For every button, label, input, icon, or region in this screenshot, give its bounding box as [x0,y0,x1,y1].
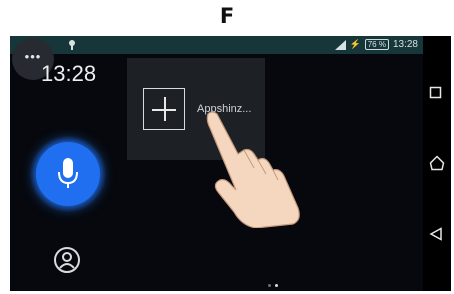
microphone-icon [58,158,78,188]
device-screen: ⚡ 76 % 13:28 ••• 13:28 Appshinz... [10,36,451,291]
recent-apps-icon[interactable] [429,86,443,100]
navigation-bar [423,36,451,291]
page-dot-active [275,284,278,287]
clock-widget: 13:28 [41,61,97,86]
profile-icon[interactable] [53,246,81,274]
add-widget-button[interactable] [143,88,185,130]
battery-indicator: 76 % [364,39,389,50]
notification-icon [69,40,75,50]
back-icon[interactable] [429,227,443,241]
page-indicator [268,284,278,287]
status-bar: ⚡ 76 % 13:28 [10,36,423,54]
charging-icon: ⚡ [349,39,361,49]
page-dot [268,284,271,287]
pointing-hand-illustration [206,111,300,228]
voice-search-button[interactable] [36,142,100,206]
signal-icon [334,39,346,50]
status-time: 13:28 [392,39,418,50]
home-icon[interactable] [429,155,445,171]
figure-panel-label: F [219,4,235,28]
